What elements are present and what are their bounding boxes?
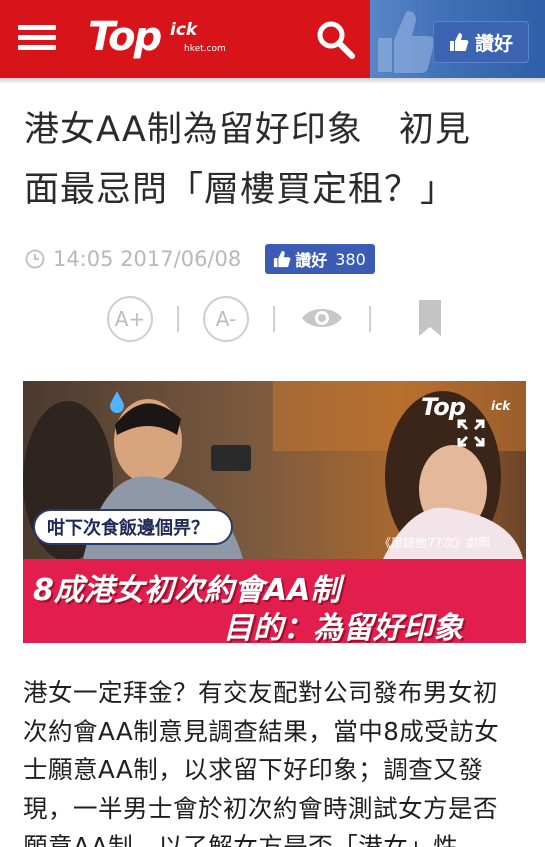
eye-icon[interactable] xyxy=(300,303,344,333)
article-toolbar: A+ A- xyxy=(105,293,455,343)
expand-icon[interactable] xyxy=(457,419,485,447)
thumbs-up-icon xyxy=(274,250,291,268)
menu-icon[interactable] xyxy=(18,22,56,54)
article-body: 港女一定拜金？有交友配對公司發布男女初 次約會AA制意見調查結果，當中8成受訪女… xyxy=(23,674,529,847)
body-line: 現，一半男士會於初次約會時測試女方是否 xyxy=(23,793,498,823)
facebook-like-count: 380 xyxy=(335,249,366,269)
thumbs-up-icon xyxy=(449,33,469,51)
image-caption: 《原諒他77次》劇照 xyxy=(379,536,491,550)
title-line: 港女AA制為留好印象 初見 xyxy=(24,110,471,150)
bookmark-icon[interactable] xyxy=(419,300,441,336)
toolbar-divider xyxy=(273,306,275,332)
header-like-label: 讚好 xyxy=(474,32,513,55)
font-increase-label: A+ xyxy=(114,307,146,331)
logo-sup-text: ick xyxy=(170,20,198,40)
header-shadow xyxy=(0,78,545,84)
title-line: 面最忌問「層樓買定租？」 xyxy=(24,170,457,210)
body-line: 願意AA制，以了解女方是否「港女」性 xyxy=(23,832,459,847)
sweat-drop-icon xyxy=(110,391,124,413)
toolbar-divider xyxy=(177,306,179,332)
body-line: 次約會AA制意見調查結果，當中8成受訪女 xyxy=(23,716,500,746)
publish-timestamp: 14:05 2017/06/08 xyxy=(53,247,242,271)
watermark-sup: ick xyxy=(491,399,511,413)
body-line: 士願意AA制，以求留下好印象；調查又發 xyxy=(23,755,484,784)
logo-main-text: Top xyxy=(88,14,162,60)
watermark-logo: Top xyxy=(421,393,466,421)
facebook-like-label: 讚好 xyxy=(295,251,328,270)
font-decrease-label: A- xyxy=(215,307,237,331)
article-hero-image[interactable]: Top ick 咁下次食飯邊個畀？ 《原諒他77次》劇照 8成港女初次約會AA制… xyxy=(23,381,526,643)
font-decrease-button[interactable]: A- xyxy=(203,296,249,342)
speech-bubble-text: 咁下次食飯邊個畀？ xyxy=(47,518,209,539)
article-meta: 14:05 2017/06/08 讚好 380 xyxy=(25,243,375,275)
logo-domain-text: hket.com xyxy=(184,44,226,54)
font-increase-button[interactable]: A+ xyxy=(107,296,153,342)
body-line: 港女一定拜金？有交友配對公司發布男女初 xyxy=(23,678,498,707)
thumbs-up-icon xyxy=(378,11,434,73)
header-like-button[interactable]: 讚好 xyxy=(433,21,529,63)
toolbar-divider xyxy=(369,306,371,332)
article-title: 港女AA制為留好印象 初見 面最忌問「層樓買定租？」 xyxy=(24,100,532,220)
search-icon[interactable] xyxy=(314,18,358,62)
clock-icon xyxy=(25,249,45,269)
banner-headline-line2: 目的：為留好印象 xyxy=(223,611,463,643)
facebook-like-button[interactable]: 讚好 380 xyxy=(265,244,375,274)
topick-logo[interactable]: Top ick hket.com xyxy=(88,12,228,62)
